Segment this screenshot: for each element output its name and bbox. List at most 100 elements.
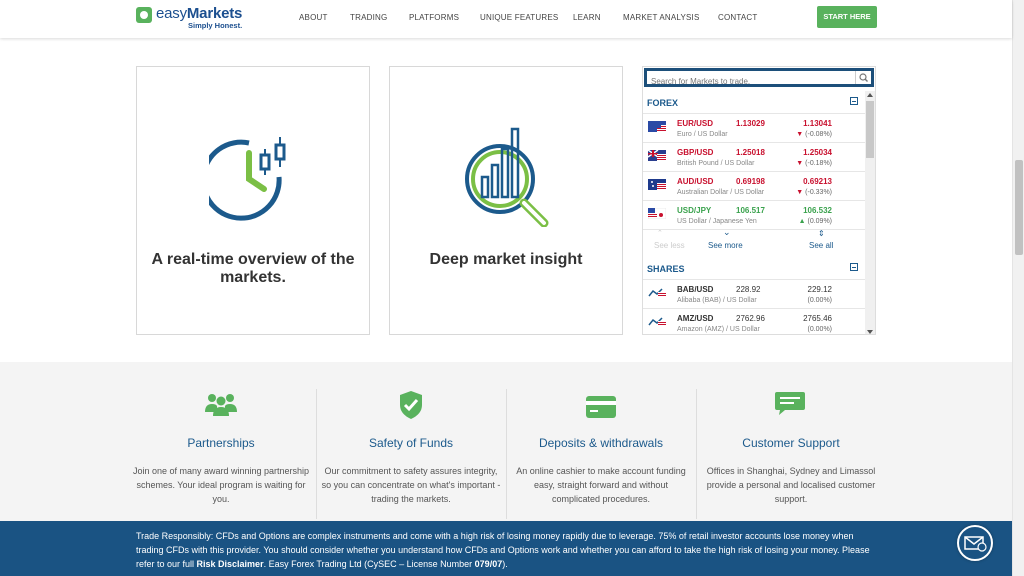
card-title: Deep market insight [429,251,583,268]
market-bid: 2762.96 [736,314,765,323]
chevron-up-icon: ⌃ [657,230,663,237]
logo-brand-bold: Markets [186,5,243,22]
logo-tagline: Simply Honest. [188,21,243,30]
market-description: Euro / US Dollar [677,131,728,138]
down-arrow-icon: ▼ [796,160,804,167]
page: easyMarkets Simply Honest. ABOUT TRADING… [0,0,1024,576]
market-bid: 0.69198 [736,177,765,186]
market-change: ▼ (-0.08%) [796,131,832,138]
people-group-icon [205,394,237,416]
page-scrollbar[interactable] [1012,0,1024,576]
envelope-chat-icon [964,536,987,552]
market-symbol: AMZ/USD [677,314,714,323]
market-description: US Dollar / Japanese Yen [677,218,757,225]
market-row-usdjpy[interactable]: USD/JPY US Dollar / Japanese Yen 106.517… [643,200,865,229]
market-symbol: GBP/USD [677,148,714,157]
feature-deposits: Deposits & withdrawals An online cashier… [506,362,696,522]
card-title: A real-time overview of the markets. [151,251,355,286]
market-search [644,68,874,88]
market-list: FOREX EUR/USD Euro / US Dollar 1.13029 1… [643,91,865,334]
risk-disclaimer-link[interactable]: Risk Disclaimer [197,559,264,569]
feature-title: Deposits & withdrawals [538,436,664,450]
market-description: British Pound / US Dollar [677,160,755,167]
market-row-gbpusd[interactable]: GBP/USD British Pound / US Dollar 1.2501… [643,142,865,171]
feature-text: An online cashier to make account fundin… [516,466,686,504]
market-search-input[interactable] [647,75,852,88]
market-change: ▲ (0.09%) [798,218,832,225]
feature-card-realtime: A real-time overview of the markets. [136,66,370,335]
expand-icon: ⇕ [818,229,825,238]
shares-collapse-icon[interactable] [850,263,858,271]
gb-us-flag-icon [648,150,666,161]
up-arrow-icon: ▲ [798,218,806,225]
feature-card-insight: Deep market insight [389,66,623,335]
market-bid: 228.92 [736,285,761,294]
feature-partnerships: Partnerships Join one of many award winn… [126,362,316,522]
widget-scrollbar[interactable] [865,91,875,334]
market-ask: 106.532 [803,206,832,215]
forex-collapse-icon[interactable] [850,97,858,105]
market-ask: 0.69213 [803,177,832,186]
logo[interactable]: easyMarkets Simply Honest. [136,6,242,32]
feature-safety: Safety of Funds Our commitment to safety… [316,362,506,522]
widget-scroll-thumb[interactable] [866,101,874,158]
features-section: Partnerships Join one of many award winn… [0,362,1012,522]
market-row-amzusd[interactable]: AMZ/USD Amazon (AMZ) / US Dollar 2762.96… [643,308,865,334]
share-chart-icon [648,287,666,298]
scroll-up-icon[interactable] [867,93,873,97]
feature-title: Partnerships [187,436,255,450]
chat-button[interactable] [957,525,993,561]
nav-trading[interactable]: TRADING [350,13,387,22]
market-ask: 1.13041 [803,119,832,128]
credit-card-icon [586,396,616,418]
see-more-link[interactable]: See more [708,241,743,250]
feature-text: Offices in Shanghai, Sydney and Limassol… [706,466,876,504]
shares-title: SHARES [647,264,685,274]
market-change: ▼ (-0.18%) [796,160,832,167]
feature-title: Safety of Funds [368,436,454,450]
eu-us-flag-icon [648,121,666,132]
shield-check-icon [400,391,422,419]
market-row-eurusd[interactable]: EUR/USD Euro / US Dollar 1.13029 1.13041… [643,113,865,142]
risk-warning-banner: Trade Responsibly: CFDs and Options are … [0,521,1012,576]
logo-brand-light: easy [156,5,187,22]
market-ask: 1.25034 [803,148,832,157]
site-header: easyMarkets Simply Honest. ABOUT TRADING… [0,0,1012,38]
market-description: Amazon (AMZ) / US Dollar [677,326,760,333]
market-bid: 106.517 [736,206,765,215]
scroll-down-icon[interactable] [867,330,873,334]
risk-warning-text: Trade Responsibly: CFDs and Options are … [136,531,870,569]
chart-magnifier-icon [465,127,549,227]
feature-text: Our commitment to safety assures integri… [321,466,501,504]
nav-platforms[interactable]: PLATFORMS [409,13,459,22]
market-description: Alibaba (BAB) / US Dollar [677,297,757,304]
nav-unique-features[interactable]: UNIQUE FEATURES [480,13,558,22]
nav-learn[interactable]: LEARN [573,13,601,22]
nav-contact[interactable]: CONTACT [718,13,757,22]
market-symbol: AUD/USD [677,177,714,186]
chat-bubbles-icon [775,392,805,415]
market-row-babusd[interactable]: BAB/USD Alibaba (BAB) / US Dollar 228.92… [643,279,865,308]
market-description: Australian Dollar / US Dollar [677,189,765,196]
feature-text: Join one of many award winning partnersh… [132,466,310,504]
start-here-button[interactable]: START HERE [817,6,877,28]
search-icon[interactable] [855,71,871,84]
chevron-down-icon: ⌄ [723,227,731,237]
nav-market-analysis[interactable]: MARKET ANALYSIS [623,13,700,22]
license-number: 079/07 [474,559,503,569]
market-change: ▼ (-0.33%) [796,189,832,196]
market-change: (0.00%) [807,297,832,304]
market-ask: 2765.46 [803,314,832,323]
see-all-link[interactable]: See all [809,241,833,250]
nav-about[interactable]: ABOUT [299,13,328,22]
down-arrow-icon: ▼ [796,189,804,196]
market-symbol: USD/JPY [677,206,712,215]
share-chart-icon [648,316,666,327]
market-row-audusd[interactable]: AUD/USD Australian Dollar / US Dollar 0.… [643,171,865,200]
market-symbol: EUR/USD [677,119,714,128]
see-less-link[interactable]: See less [654,241,685,250]
page-scroll-thumb[interactable] [1015,160,1023,255]
market-widget: FOREX EUR/USD Euro / US Dollar 1.13029 1… [642,66,876,335]
feature-support: Customer Support Offices in Shanghai, Sy… [696,362,886,522]
market-symbol: BAB/USD [677,285,714,294]
